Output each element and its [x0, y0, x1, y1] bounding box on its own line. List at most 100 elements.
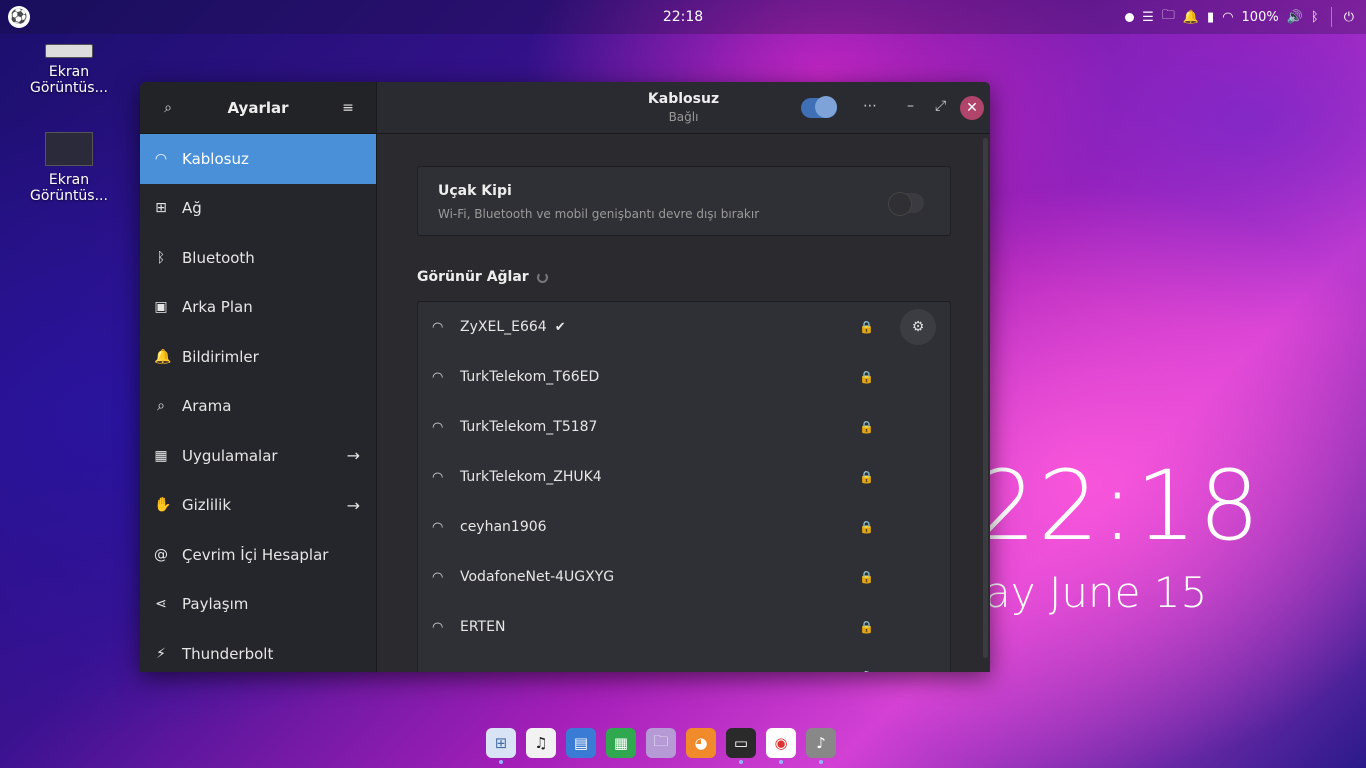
sidebar-item-gizlilik[interactable]: ✋ Gizlilik → — [140, 481, 376, 531]
sidebar-item-label: Kablosuz — [182, 149, 249, 168]
topbar-clock[interactable]: 22:18 — [663, 9, 703, 25]
network-row[interactable]: ◠ ERTEN 🔒 — [418, 602, 950, 652]
sidebar-item-cevrim-ici-hesaplar[interactable]: @ Çevrim İçi Hesaplar — [140, 530, 376, 580]
network-row[interactable]: ◠ VodafoneNet-4UGXYG 🔒 — [418, 552, 950, 602]
battery-percent[interactable]: 100% — [1242, 10, 1279, 25]
sidebar-item-kablosuz[interactable]: ◠ Kablosuz — [140, 134, 376, 184]
firefox-icon[interactable]: ◕ — [686, 728, 716, 758]
network-name: VodafoneNet-4UGXYG — [460, 569, 615, 585]
hamburger-menu-icon[interactable]: ≡ — [338, 98, 358, 118]
network-row[interactable]: ◠ TurkTelekom_ZHUK4 🔒 — [418, 452, 950, 502]
background-icon: ▣ — [154, 299, 168, 316]
bluetooth-status-icon[interactable]: ᛒ — [1311, 10, 1319, 25]
folder-icon[interactable]: 🗀 — [1162, 6, 1175, 28]
screenshot-thumbnail — [45, 132, 93, 166]
network-name: ZyXEL_E664 — [460, 319, 547, 335]
sidebar-title: Ayarlar — [227, 98, 289, 117]
wifi-signal-icon: ◠ — [432, 569, 444, 585]
activities-icon[interactable]: ⚽ — [8, 6, 30, 28]
sidebar-item-arama[interactable]: ⌕ Arama — [140, 382, 376, 432]
desktop-file-label-line2: Görüntüs... — [30, 80, 108, 96]
airplane-mode-description: Wi-Fi, Bluetooth ve mobil genişbantı dev… — [438, 207, 760, 221]
network-name: TurkTelekom_ZHUK4 — [460, 469, 602, 485]
network-icon: ⊞ — [155, 200, 167, 217]
wifi-signal-icon: ◠ — [432, 369, 444, 385]
chrome-icon[interactable]: ◉ — [766, 728, 796, 764]
main-header: Kablosuz Bağlı ⋯ – ⤢ ✕ — [377, 82, 990, 134]
network-name: TurkTelekom_T5187 — [460, 419, 598, 435]
search-icon: ⌕ — [157, 398, 165, 415]
screenshot-thumbnail — [45, 44, 93, 58]
more-options-icon[interactable]: ⋯ — [863, 98, 877, 114]
loading-spinner-icon — [536, 271, 548, 283]
thunderbolt-icon: ⚡ — [156, 645, 166, 662]
power-icon[interactable]: ⏻ — [1344, 10, 1354, 25]
network-row[interactable]: ◠ TurkTelekom_T5187 🔒 — [418, 402, 950, 452]
bluetooth-icon: ᛒ — [156, 249, 166, 266]
wifi-toggle[interactable] — [801, 96, 837, 118]
sidebar-item-label: Ağ — [182, 199, 202, 218]
document-icon[interactable]: ▤ — [566, 728, 596, 758]
sidebar-item-label: Bluetooth — [182, 248, 255, 267]
battery-icon[interactable]: ▮ — [1207, 10, 1214, 25]
sidebar-item-bildirimler[interactable]: 🔔 Bildirimler — [140, 332, 376, 382]
record-indicator-icon[interactable] — [1125, 12, 1135, 22]
network-list: ◠ ZyXEL_E664 ✔ 🔒 ⚙ ◠ TurkTelekom_T66ED 🔒… — [417, 301, 951, 672]
app-grid-icon[interactable]: ⊞ — [486, 728, 516, 764]
menu-icon[interactable]: ☰ — [1142, 10, 1154, 25]
scrollbar[interactable] — [983, 138, 988, 658]
settings-window: ⌕ Ayarlar ≡ ◠ Kablosuz ⊞ Ağ ᛒ Bluetooth … — [140, 82, 990, 672]
settings-sidebar: ⌕ Ayarlar ≡ ◠ Kablosuz ⊞ Ağ ᛒ Bluetooth … — [140, 82, 377, 672]
settings-main: Kablosuz Bağlı ⋯ – ⤢ ✕ Uçak Kipi Wi-Fi, … — [377, 82, 990, 672]
wifi-signal-icon: ◠ — [432, 419, 444, 435]
visible-networks-heading: Görünür Ağlar — [417, 269, 548, 285]
spreadsheet-icon[interactable]: ▦ — [606, 728, 636, 758]
visible-networks-title: Görünür Ağlar — [417, 269, 529, 285]
wifi-signal-icon: ◠ — [432, 319, 444, 335]
network-row[interactable]: ◠ TurkTelekom_T66ED 🔒 — [418, 352, 950, 402]
network-name: ceyhan1906 — [460, 519, 547, 535]
airplane-mode-toggle[interactable] — [888, 192, 924, 216]
music-icon[interactable]: ♫ — [526, 728, 556, 758]
network-row[interactable]: ◠ ceyhan1906 🔒 — [418, 502, 950, 552]
wifi-icon: ◠ — [154, 150, 168, 167]
dock: ⊞ ♫ ▤ ▦ 🗀 ◕ ▭ ◉ ♪ — [486, 728, 836, 764]
apps-icon: ▦ — [154, 447, 168, 464]
search-icon[interactable]: ⌕ — [158, 98, 178, 118]
sidebar-item-thunderbolt[interactable]: ⚡ Thunderbolt — [140, 629, 376, 672]
desktop-file-screenshot-2[interactable]: Ekran Görüntüs... — [19, 132, 119, 204]
close-icon[interactable]: ✕ — [960, 96, 984, 120]
airplane-mode-title: Uçak Kipi — [438, 183, 512, 199]
minimize-icon[interactable]: – — [907, 98, 914, 114]
sidebar-item-arka-plan[interactable]: ▣ Arka Plan — [140, 283, 376, 333]
desktop-file-label-line1: Ekran — [48, 64, 90, 80]
files-icon[interactable]: 🗀 — [646, 728, 676, 758]
desktop-date: ay June 15 — [985, 568, 1208, 617]
page-subtitle: Bağlı — [668, 110, 699, 124]
sidebar-item-ag[interactable]: ⊞ Ağ — [140, 184, 376, 234]
maximize-icon[interactable]: ⤢ — [935, 98, 946, 114]
notification-bell-icon[interactable]: 🔔 — [1183, 10, 1199, 25]
wifi-signal-icon: ◠ — [432, 469, 444, 485]
lock-icon: 🔒 — [859, 320, 874, 334]
sidebar-item-label: Bildirimler — [182, 347, 259, 366]
volume-icon[interactable]: 🔊 — [1287, 10, 1303, 25]
lock-icon: 🔒 — [859, 470, 874, 484]
sidebar-item-label: Arka Plan — [182, 298, 253, 317]
wifi-status-icon[interactable]: ◠ — [1222, 10, 1233, 25]
sidebar-item-paylasim[interactable]: ⋖ Paylaşım — [140, 580, 376, 630]
desktop-clock: 22:18 — [975, 450, 1262, 562]
sidebar-list: ◠ Kablosuz ⊞ Ağ ᛒ Bluetooth ▣ Arka Plan … — [140, 134, 376, 672]
share-icon: ⋖ — [155, 596, 167, 613]
network-name: ERTEN — [460, 619, 506, 635]
network-row[interactable]: ◠ ZyXEL_E664 ✔ 🔒 ⚙ — [418, 302, 950, 352]
sidebar-item-bluetooth[interactable]: ᛒ Bluetooth — [140, 233, 376, 283]
gear-icon[interactable]: ⚙ — [900, 309, 936, 345]
network-row[interactable]: ◠ 🔒 — [418, 652, 950, 673]
system-tray[interactable]: ☰ 🗀 🔔 ▮ ◠ 100% 🔊 ᛒ ⏻ — [1125, 0, 1354, 34]
connected-check-icon: ✔ — [554, 319, 566, 335]
desktop-file-screenshot-1[interactable]: Ekran Görüntüs... — [19, 44, 119, 96]
terminal-icon[interactable]: ▭ — [726, 728, 756, 764]
sidebar-item-uygulamalar[interactable]: ▦ Uygulamalar → — [140, 431, 376, 481]
media-icon[interactable]: ♪ — [806, 728, 836, 764]
